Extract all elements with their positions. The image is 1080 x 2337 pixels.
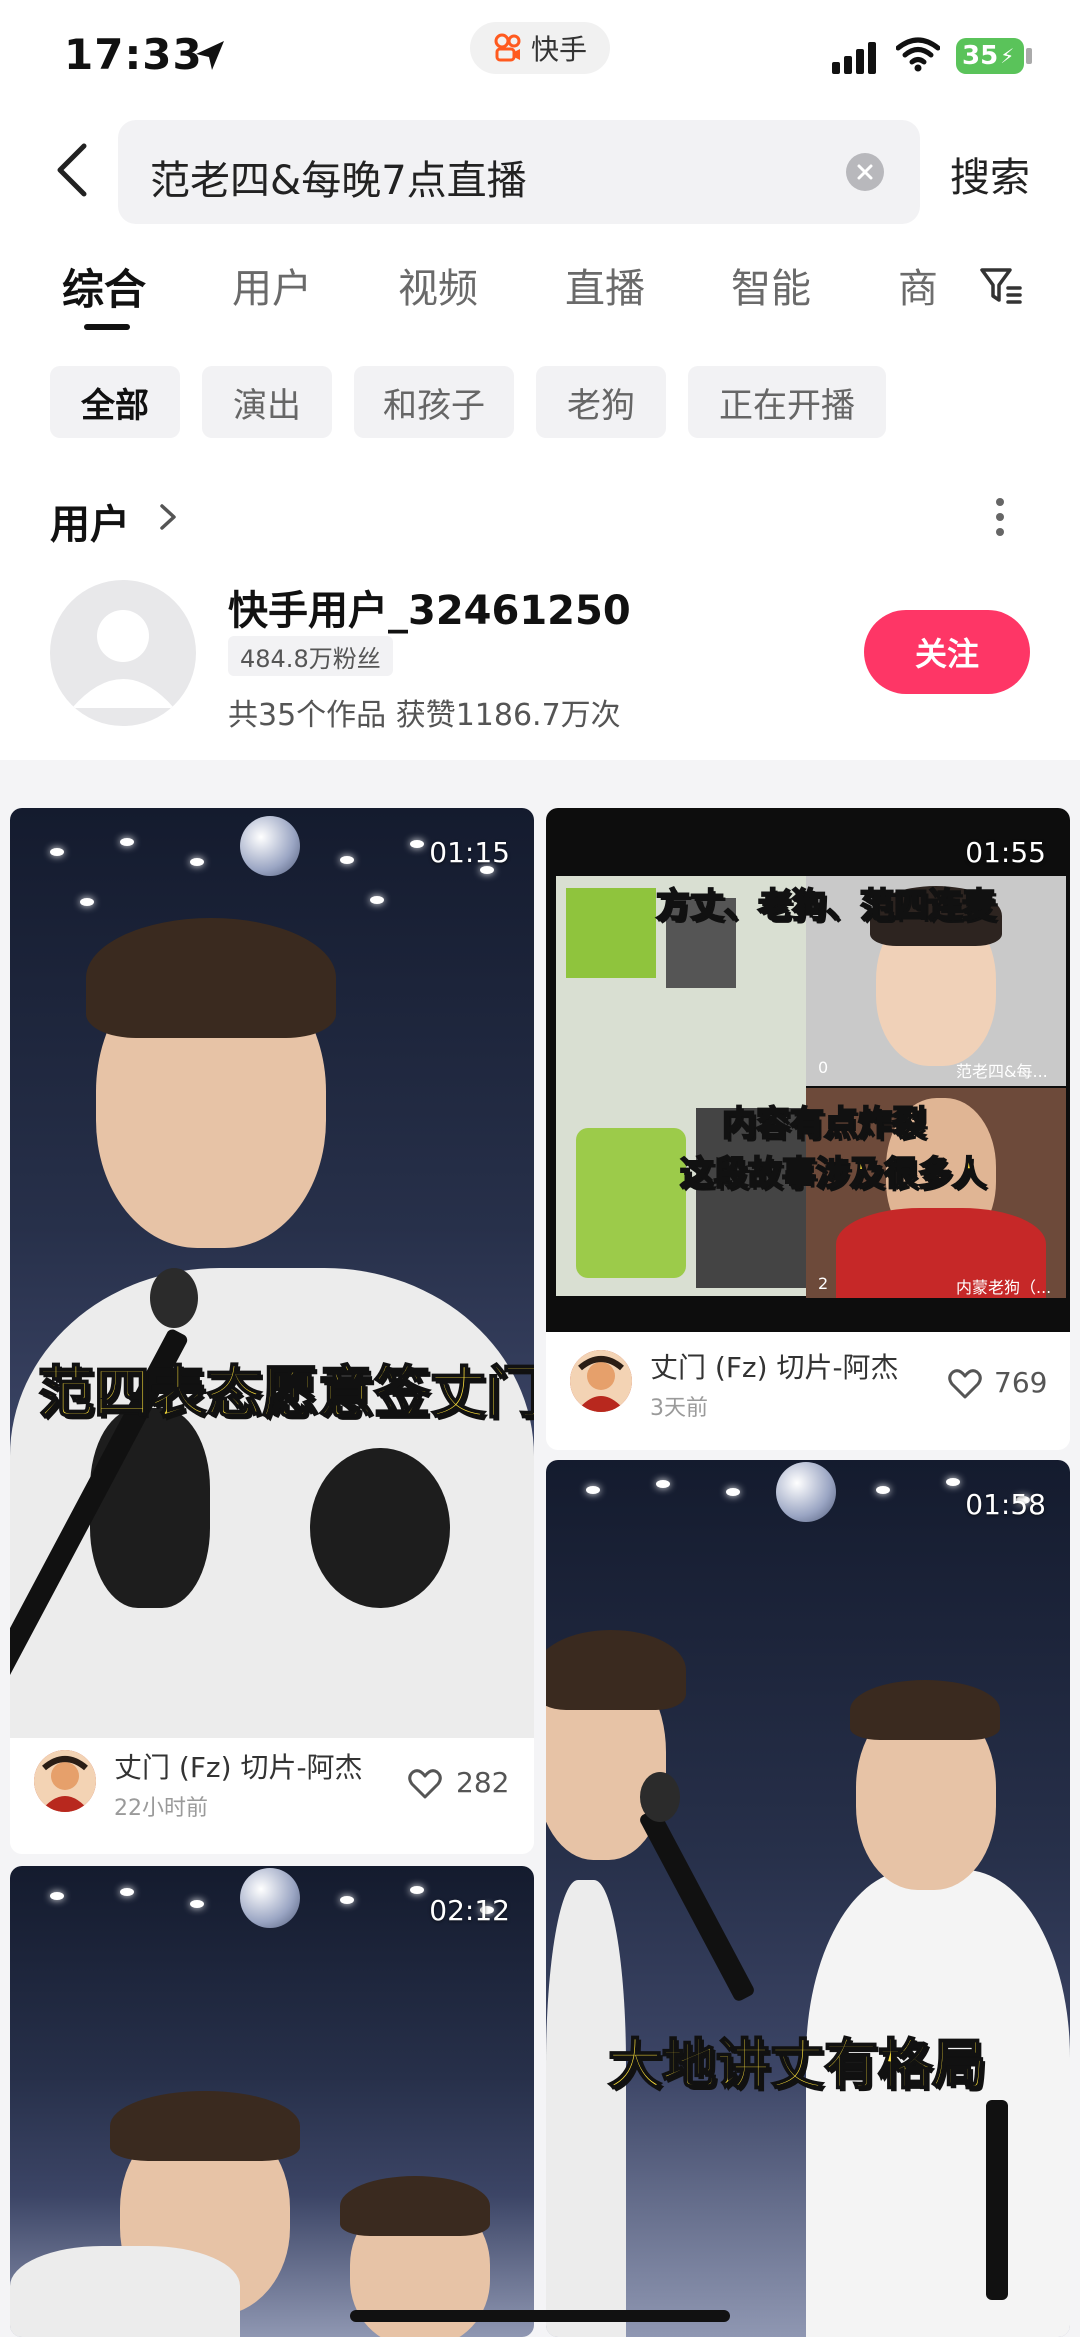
user-stats: 共35个作品 获赞1186.7万次 <box>228 698 621 733</box>
microphone-head <box>640 1772 680 1822</box>
video-caption: 范四表态愿意签丈门 <box>37 1360 534 1427</box>
video-duration: 02:12 <box>429 1894 510 1927</box>
person-right-hair <box>850 1680 1000 1740</box>
video-card[interactable]: 02:12 <box>10 1866 534 2337</box>
result-tabs: 综合 用户 视频 直播 智能 商 <box>0 250 1080 340</box>
avatar[interactable] <box>50 580 196 726</box>
app-pill[interactable]: 快手 <box>470 22 610 74</box>
microphone-head <box>150 1268 198 1328</box>
chip-all[interactable]: 全部 <box>50 366 180 438</box>
battery-tip <box>1026 48 1032 64</box>
person-second-hair <box>340 2176 490 2236</box>
author-name[interactable]: 丈门 (Fz) 切片-阿杰 <box>650 1346 899 1386</box>
like-count: 282 <box>456 1766 510 1799</box>
section-divider <box>0 760 1080 782</box>
video-caption-bottom: 这段故事涉及很多人 <box>679 1153 987 1195</box>
video-meta: 丈门 (Fz) 切片-阿杰 22小时前 282 <box>10 1724 534 1854</box>
overlay-count-2: 2 <box>818 1274 829 1293</box>
tab-live[interactable]: 直播 <box>565 256 645 314</box>
heart-icon[interactable] <box>408 1768 442 1800</box>
like-count: 769 <box>994 1366 1048 1399</box>
microphone <box>986 2100 1008 2300</box>
fans-badge: 484.8万粉丝 <box>228 636 393 676</box>
post-time: 3天前 <box>650 1396 708 1421</box>
video-duration: 01:15 <box>429 836 510 869</box>
person-left-hair <box>546 1630 686 1710</box>
disco-ball <box>240 1868 300 1928</box>
battery-level: 35 <box>962 41 999 71</box>
author-name[interactable]: 丈门 (Fz) 切片-阿杰 <box>114 1746 363 1786</box>
video-thumbnail[interactable]: 范老四&每... 0 内蒙老狗（... 2 方丈、老狗、范四连麦 内容有点炸裂 … <box>546 808 1070 1332</box>
section-title-users[interactable]: 用户 <box>50 492 130 550</box>
signal-icon <box>832 42 876 74</box>
active-tab-indicator <box>84 324 130 330</box>
status-time: 17:33 <box>64 30 203 79</box>
video-thumbnail[interactable]: 大地讲丈有格局 01:58 <box>546 1460 1070 2337</box>
poster <box>566 888 656 978</box>
overlay-count-1: 0 <box>818 1058 829 1077</box>
person-hair <box>110 2091 300 2161</box>
clear-search-button[interactable] <box>846 153 884 191</box>
search-input[interactable]: 范老四&每晚7点直播 <box>118 120 920 224</box>
person-shirt <box>10 2246 240 2337</box>
kuaishou-logo-icon <box>494 33 521 62</box>
video-caption: 大地讲丈有格局 <box>607 2032 987 2097</box>
follow-button[interactable]: 关注 <box>864 610 1030 694</box>
default-avatar-icon <box>72 610 174 708</box>
filter-icon[interactable] <box>978 266 1024 306</box>
post-time: 22小时前 <box>114 1796 208 1821</box>
chip-with-kids[interactable]: 和孩子 <box>354 366 514 438</box>
close-icon <box>857 164 873 180</box>
search-query: 范老四&每晚7点直播 <box>150 158 527 204</box>
chip-performance[interactable]: 演出 <box>202 366 332 438</box>
overlay-name-1: 范老四&每... <box>956 1062 1048 1081</box>
video-caption-top: 方丈、老狗、范四连麦 <box>655 885 997 927</box>
back-button[interactable] <box>48 140 98 200</box>
author-avatar[interactable] <box>570 1350 632 1412</box>
disco-ball <box>240 816 300 876</box>
more-options-icon[interactable] <box>990 494 1010 540</box>
tab-users[interactable]: 用户 <box>232 256 312 314</box>
tab-smart[interactable]: 智能 <box>731 256 811 314</box>
video-card[interactable]: 范四表态愿意签丈门 01:15 丈门 (Fz) 切片-阿杰 22小时前 282 <box>10 808 534 1854</box>
video-duration: 01:55 <box>965 836 1046 869</box>
author-avatar-image <box>570 1350 632 1412</box>
search-button[interactable]: 搜索 <box>950 145 1030 203</box>
video-caption-mid: 内容有点炸裂 <box>721 1103 927 1145</box>
user-name[interactable]: 快手用户_32461250 <box>228 578 631 636</box>
video-card[interactable]: 大地讲丈有格局 01:58 <box>546 1460 1070 2337</box>
video-duration: 01:58 <box>965 1488 1046 1521</box>
overlay-name-2: 内蒙老狗（... <box>956 1278 1052 1297</box>
home-indicator[interactable] <box>350 2310 730 2322</box>
person-right-shirt <box>806 1870 1070 2337</box>
location-arrow-icon <box>196 41 224 70</box>
person-hair <box>86 918 336 1038</box>
video-card[interactable]: 范老四&每... 0 内蒙老狗（... 2 方丈、老狗、范四连麦 内容有点炸裂 … <box>546 808 1070 1450</box>
wifi-icon <box>896 37 940 72</box>
video-thumbnail[interactable]: 范四表态愿意签丈门 01:15 <box>10 808 534 1738</box>
shirt-pattern <box>310 1448 450 1608</box>
charging-bolt-icon: ⚡ <box>1000 44 1015 68</box>
tab-videos[interactable]: 视频 <box>398 256 478 314</box>
author-avatar-image <box>34 1750 96 1812</box>
video-meta: 丈门 (Fz) 切片-阿杰 3天前 769 <box>546 1324 1070 1450</box>
chip-live-now[interactable]: 正在开播 <box>688 366 886 438</box>
chevron-right-icon[interactable] <box>156 500 180 534</box>
video-thumbnail[interactable]: 02:12 <box>10 1866 534 2337</box>
battery-icon: 35 ⚡ <box>956 38 1024 74</box>
app-pill-label: 快手 <box>530 33 587 66</box>
heart-icon[interactable] <box>948 1368 982 1400</box>
person-left-shirt <box>546 1880 626 2337</box>
tab-comprehensive[interactable]: 综合 <box>62 256 146 317</box>
product-jar <box>576 1128 686 1278</box>
status-bar: 17:33 快手 35 ⚡ <box>0 0 1080 110</box>
disco-ball <box>776 1462 836 1522</box>
author-avatar[interactable] <box>34 1750 96 1812</box>
chip-old-dog[interactable]: 老狗 <box>536 366 666 438</box>
shirt-pattern <box>90 1408 210 1608</box>
